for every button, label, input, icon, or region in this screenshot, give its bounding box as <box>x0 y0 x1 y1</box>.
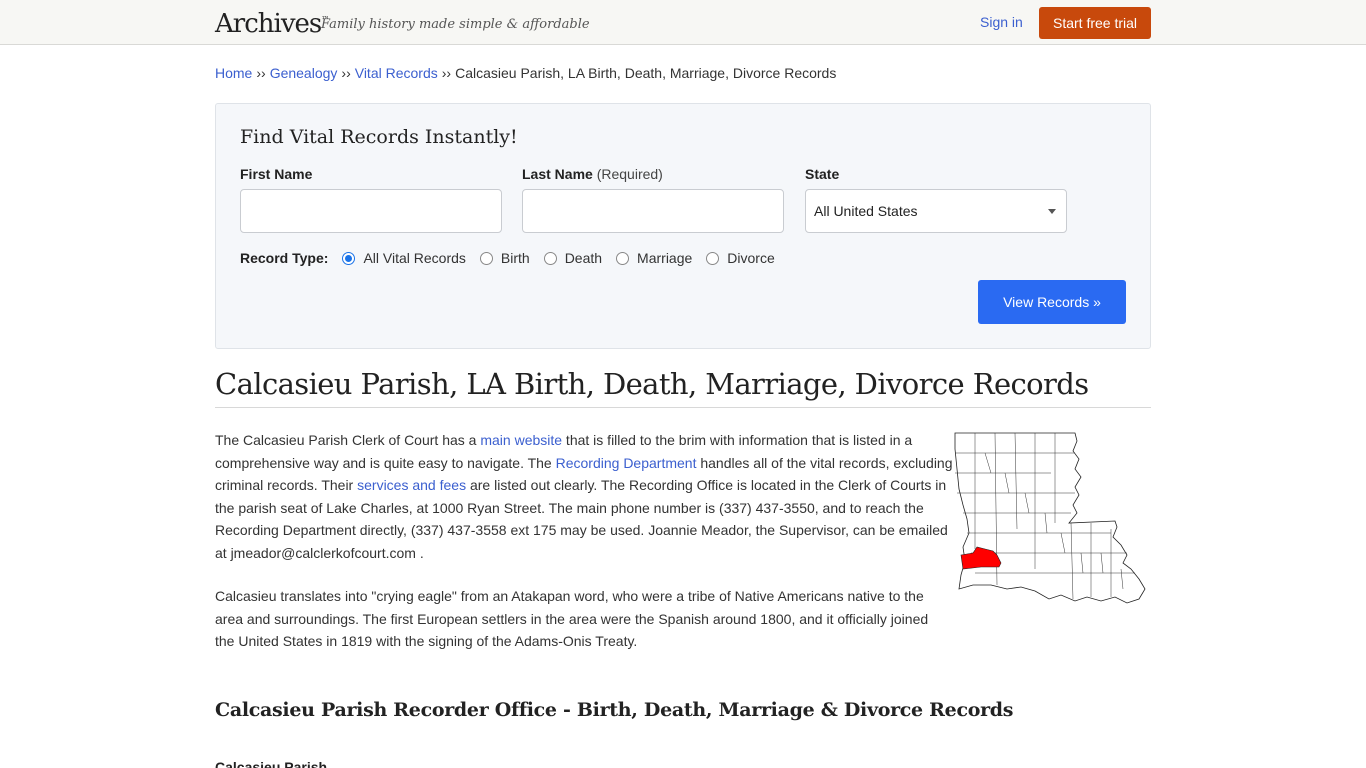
radio-checked-icon[interactable] <box>342 251 356 265</box>
louisiana-outline <box>954 432 1146 604</box>
last-name-input[interactable] <box>522 189 784 233</box>
radio-divorce[interactable]: Divorce <box>706 250 775 266</box>
office-name: Calcasieu Parish <box>215 759 328 768</box>
radio-death[interactable]: Death <box>543 250 603 266</box>
breadcrumb-home[interactable]: Home <box>215 65 252 81</box>
logo-text: Archives <box>215 9 322 39</box>
breadcrumb-genealogy[interactable]: Genealogy <box>270 65 338 81</box>
main-website-link[interactable]: main website <box>480 432 562 448</box>
required-note: (Required) <box>596 166 663 182</box>
radio-label: All Vital Records <box>363 250 466 266</box>
breadcrumb-vital-records[interactable]: Vital Records <box>355 65 438 81</box>
radio-unchecked-icon[interactable] <box>543 251 557 265</box>
search-title: Find Vital Records Instantly! <box>240 126 518 148</box>
view-records-button[interactable]: View Records » <box>978 280 1126 324</box>
radio-label: Death <box>564 250 603 266</box>
breadcrumb-separator: ›› <box>256 65 266 81</box>
radio-label: Marriage <box>637 250 693 266</box>
state-selected-value: All United States <box>814 203 918 219</box>
text: The Calcasieu Parish Clerk of Court has … <box>215 432 481 448</box>
radio-label: Divorce <box>727 250 775 266</box>
breadcrumb: Home ›› Genealogy ›› Vital Records ›› Calcasie… <box>215 65 836 81</box>
radio-unchecked-icon[interactable] <box>616 251 630 265</box>
state-label: State <box>805 166 840 182</box>
last-name-label-text: Last Name <box>522 166 593 182</box>
first-name-input[interactable] <box>240 189 502 233</box>
chevron-down-icon <box>1048 209 1056 214</box>
site-header: Archives™ Family history made simple & a… <box>0 0 1366 45</box>
tagline: Family history made simple & affordable <box>321 17 590 32</box>
search-form: Find Vital Records Instantly! First Name… <box>215 103 1151 349</box>
recorder-office-heading: Calcasieu Parish Recorder Office - Birth… <box>215 699 1014 721</box>
sign-in-link[interactable]: Sign in <box>980 14 1023 30</box>
first-name-label: First Name <box>240 166 313 182</box>
radio-marriage[interactable]: Marriage <box>616 250 692 266</box>
radio-all-vital-records[interactable]: All Vital Records <box>342 250 466 266</box>
radio-label: Birth <box>500 250 530 266</box>
breadcrumb-separator: ›› <box>341 65 351 81</box>
record-type-group: Record Type: All Vital Records Birth Dea… <box>240 250 789 266</box>
recording-department-link[interactable]: Recording Department <box>556 455 697 471</box>
last-name-label: Last Name (Required) <box>522 166 663 182</box>
louisiana-parish-map <box>954 432 1146 604</box>
services-and-fees-link[interactable]: services and fees <box>357 477 466 493</box>
radio-birth[interactable]: Birth <box>479 250 530 266</box>
radio-unchecked-icon[interactable] <box>479 251 493 265</box>
radio-unchecked-icon[interactable] <box>706 251 720 265</box>
start-free-trial-button[interactable]: Start free trial <box>1039 7 1151 39</box>
intro-paragraph: The Calcasieu Parish Clerk of Court has … <box>215 429 955 564</box>
state-select[interactable]: All United States <box>805 189 1067 233</box>
history-paragraph: Calcasieu translates into "crying eagle"… <box>215 588 929 649</box>
record-type-label: Record Type: <box>240 250 329 266</box>
breadcrumb-current: Calcasieu Parish, LA Birth, Death, Marri… <box>455 65 837 81</box>
page-title: Calcasieu Parish, LA Birth, Death, Marri… <box>215 367 1151 408</box>
archives-logo[interactable]: Archives™ <box>215 9 329 39</box>
breadcrumb-separator: ›› <box>441 65 452 81</box>
